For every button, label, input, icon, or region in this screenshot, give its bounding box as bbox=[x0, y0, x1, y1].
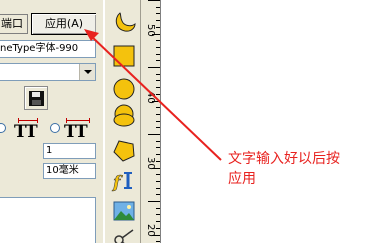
design-canvas[interactable] bbox=[162, 0, 377, 243]
ruler-tick bbox=[156, 6, 160, 8]
font-name-field[interactable]: neType字体-990 bbox=[0, 40, 96, 58]
ruler-tick bbox=[148, 134, 160, 135]
font-style-select[interactable] bbox=[0, 63, 96, 81]
ruler-tick bbox=[156, 241, 160, 243]
ruler-tick bbox=[156, 107, 160, 109]
ruler-tick bbox=[156, 40, 160, 42]
ruler-tick bbox=[156, 214, 160, 216]
annotation-text: 文字输入好以后按 应用 bbox=[228, 149, 363, 189]
ruler-tick bbox=[156, 180, 160, 182]
panel-scrollbar[interactable] bbox=[96, 0, 103, 243]
drawing-toolbar: f bbox=[104, 0, 141, 243]
size-input[interactable]: 1 bbox=[43, 143, 96, 159]
text-properties-panel: 端口 应用(A) neType字体-990 TT TT 1 10毫米 bbox=[0, 0, 102, 243]
ruler-label: 40 bbox=[145, 91, 156, 104]
ruler-tick bbox=[156, 140, 160, 142]
ruler-tick bbox=[156, 13, 160, 15]
ruler-tick bbox=[152, 33, 160, 35]
ruler-tick bbox=[156, 194, 160, 196]
ruler-tick bbox=[156, 147, 160, 149]
ruler-tick bbox=[156, 53, 160, 55]
pentagon-shape-icon[interactable] bbox=[111, 139, 137, 163]
word-spacing-icon: TT bbox=[64, 122, 88, 142]
floppy-disk-icon bbox=[29, 91, 44, 106]
ruler-tick bbox=[156, 26, 160, 28]
ruler-tick bbox=[156, 93, 160, 95]
ruler-label: 50 bbox=[145, 24, 156, 37]
ruler-tick bbox=[152, 234, 160, 236]
ruler-tick bbox=[156, 187, 160, 189]
ruler-tick bbox=[156, 113, 160, 115]
spacing-input[interactable]: 10毫米 bbox=[43, 163, 96, 179]
text-input-area[interactable] bbox=[0, 197, 96, 243]
ruler-tick bbox=[156, 221, 160, 223]
ruler-tick bbox=[156, 127, 160, 129]
svg-text:f: f bbox=[112, 173, 123, 193]
ruler-tick bbox=[156, 60, 160, 62]
ruler-tick bbox=[156, 120, 160, 122]
save-button[interactable] bbox=[24, 86, 48, 110]
ruler-tick bbox=[156, 174, 160, 176]
image-icon[interactable] bbox=[111, 199, 137, 223]
moon-shape-icon[interactable] bbox=[111, 10, 137, 34]
port-button[interactable]: 端口 bbox=[0, 14, 28, 34]
radio-spacing-b[interactable] bbox=[50, 123, 60, 133]
ruler-tick bbox=[156, 160, 160, 162]
scissors-icon[interactable] bbox=[111, 228, 137, 243]
ruler-tick bbox=[156, 73, 160, 75]
ruler-tick bbox=[156, 154, 160, 156]
ruler-tick bbox=[156, 227, 160, 229]
apply-button[interactable]: 应用(A) bbox=[31, 13, 97, 35]
annotation-line-1: 文字输入好以后按 bbox=[228, 151, 340, 167]
ruler-tick bbox=[156, 20, 160, 22]
ruler-tick bbox=[152, 167, 160, 169]
font-i-icon[interactable]: f bbox=[111, 169, 137, 193]
ruler-tick bbox=[148, 67, 160, 68]
ruler-tick bbox=[148, 201, 160, 202]
ruler-tick bbox=[152, 100, 160, 102]
letter-spacing-icon: TT bbox=[14, 122, 38, 142]
annotation-line-2: 应用 bbox=[228, 171, 256, 187]
ruler-tick bbox=[156, 207, 160, 209]
ruler-tick bbox=[156, 46, 160, 48]
circle-shape-icon[interactable] bbox=[111, 77, 137, 101]
ruler-tick bbox=[156, 87, 160, 89]
ellipse-shape-icon[interactable] bbox=[111, 108, 137, 132]
ruler-tick bbox=[148, 0, 160, 1]
radio-spacing-a[interactable] bbox=[0, 123, 6, 133]
square-shape-icon[interactable] bbox=[111, 44, 137, 68]
ruler-tick bbox=[156, 80, 160, 82]
vertical-ruler: 50 40 30 20 bbox=[141, 0, 161, 243]
chevron-down-icon[interactable] bbox=[79, 64, 95, 80]
